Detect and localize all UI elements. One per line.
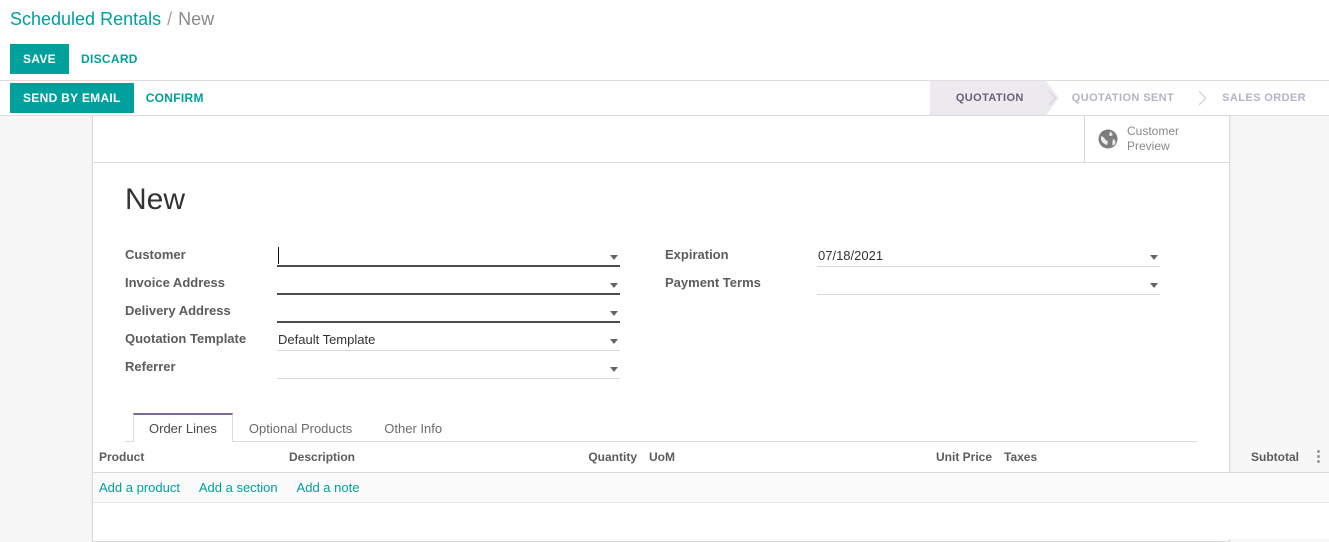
stage-pipeline: QUOTATION QUOTATION SENT SALES ORDER: [929, 81, 1328, 115]
field-underline: [277, 293, 620, 295]
tab-order-lines[interactable]: Order Lines: [133, 413, 233, 442]
table-filler-row: [93, 502, 1329, 539]
form-column-left: Customer Invoice Address Delivery Addres…: [125, 243, 665, 383]
stage-sales-order[interactable]: SALES ORDER: [1196, 81, 1328, 115]
column-header-uom[interactable]: UoM: [643, 442, 848, 473]
status-bar: SEND BY EMAIL CONFIRM QUOTATION QUOTATIO…: [0, 80, 1329, 116]
stage-label: SALES ORDER: [1222, 92, 1306, 104]
field-underline: [277, 378, 620, 379]
chevron-right-icon: [1198, 90, 1207, 106]
add-a-product-link[interactable]: Add a product: [99, 480, 180, 495]
column-header-taxes[interactable]: Taxes: [998, 442, 1088, 473]
field-label-invoice-address: Invoice Address: [125, 275, 225, 290]
chevron-down-icon[interactable]: [610, 255, 618, 260]
chevron-right-icon: [1048, 90, 1057, 106]
chevron-down-icon[interactable]: [610, 311, 618, 316]
tab-optional-products[interactable]: Optional Products: [233, 413, 368, 442]
breadcrumb-root-link[interactable]: Scheduled Rentals: [10, 10, 161, 28]
table-header-row: Product Description Quantity UoM Unit Pr…: [93, 442, 1329, 473]
field-label-delivery-address: Delivery Address: [125, 303, 231, 318]
breadcrumb: Scheduled Rentals / New: [0, 0, 1329, 38]
chevron-down-icon[interactable]: [610, 283, 618, 288]
field-row-referrer: Referrer: [125, 355, 665, 383]
page-title: New: [125, 183, 186, 216]
add-a-section-link[interactable]: Add a section: [199, 480, 278, 495]
order-lines-table: Product Description Quantity UoM Unit Pr…: [93, 442, 1329, 539]
column-header-quantity[interactable]: Quantity: [498, 442, 643, 473]
field-row-invoice-address: Invoice Address: [125, 271, 665, 299]
column-header-product[interactable]: Product: [93, 442, 283, 473]
confirm-button[interactable]: CONFIRM: [134, 83, 216, 113]
field-label-referrer: Referrer: [125, 359, 176, 374]
breadcrumb-current: New: [178, 9, 215, 29]
payment-terms-input[interactable]: [817, 271, 1160, 295]
quotation-template-value: Default Template: [278, 331, 376, 347]
optional-columns-header[interactable]: ⋮: [1305, 442, 1329, 473]
record-sheet: Customer Preview New Customer Invoice Ad…: [92, 116, 1329, 542]
chevron-down-icon[interactable]: [1150, 283, 1158, 288]
table-filler-cell: [93, 502, 1329, 539]
chevron-down-icon[interactable]: [1150, 255, 1158, 260]
quotation-template-input[interactable]: Default Template: [277, 327, 620, 351]
field-underline: [277, 265, 620, 267]
field-row-payment-terms: Payment Terms: [665, 271, 1185, 299]
notebook: Order Lines Optional Products Other Info: [125, 413, 1197, 442]
stat-button-box: Customer Preview: [93, 116, 1229, 163]
column-header-unit-price[interactable]: Unit Price: [848, 442, 998, 473]
breadcrumb-separator: /: [167, 9, 173, 29]
expiration-input[interactable]: 07/18/2021: [817, 243, 1160, 267]
referrer-input[interactable]: [277, 355, 620, 379]
customer-preview-label-line1: Customer: [1127, 124, 1180, 138]
stage-quotation-sent[interactable]: QUOTATION SENT: [1046, 81, 1196, 115]
invoice-address-input[interactable]: [277, 271, 620, 295]
discard-button[interactable]: DISCARD: [69, 44, 150, 74]
vertical-dots-icon[interactable]: ⋮: [1311, 449, 1326, 464]
field-label-quotation-template: Quotation Template: [125, 331, 247, 346]
customer-preview-label-line2: Preview: [1127, 139, 1170, 153]
field-label-customer: Customer: [125, 247, 186, 262]
stage-label: QUOTATION SENT: [1071, 92, 1175, 104]
status-bar-actions: SEND BY EMAIL CONFIRM: [10, 83, 216, 113]
expiration-value: 07/18/2021: [818, 247, 884, 263]
form-view-background: Customer Preview New Customer Invoice Ad…: [0, 116, 1329, 542]
field-row-customer: Customer: [125, 243, 665, 271]
add-line-row: Add a product Add a section Add a note: [93, 472, 1329, 503]
notebook-tabs: Order Lines Optional Products Other Info: [125, 413, 1197, 442]
save-button[interactable]: SAVE: [10, 44, 69, 74]
record-action-bar: SAVE DISCARD: [0, 38, 1329, 80]
chevron-down-icon[interactable]: [610, 339, 618, 344]
customer-preview-button[interactable]: Customer Preview: [1084, 116, 1229, 162]
tab-other-info[interactable]: Other Info: [368, 413, 458, 442]
field-row-quotation-template: Quotation Template Default Template: [125, 327, 665, 355]
delivery-address-input[interactable]: [277, 299, 620, 323]
column-header-subtotal[interactable]: Subtotal: [1088, 442, 1305, 473]
text-cursor: [278, 247, 279, 264]
stage-quotation[interactable]: QUOTATION: [929, 81, 1059, 115]
field-label-expiration: Expiration: [665, 247, 729, 262]
chevron-down-icon[interactable]: [610, 367, 618, 372]
customer-input[interactable]: [277, 243, 620, 267]
send-by-email-button[interactable]: SEND BY EMAIL: [10, 83, 134, 113]
field-underline: [817, 266, 1160, 267]
field-underline: [277, 321, 620, 323]
form-column-right: Expiration 07/18/2021 Payment Terms: [665, 243, 1185, 383]
form-body: New Customer Invoice Address Delivery Ad…: [93, 163, 1229, 442]
field-label-payment-terms: Payment Terms: [665, 275, 761, 290]
stage-label: QUOTATION: [955, 92, 1024, 104]
field-row-expiration: Expiration 07/18/2021: [665, 243, 1185, 271]
field-underline: [817, 294, 1160, 295]
column-header-description[interactable]: Description: [283, 442, 498, 473]
add-a-note-link[interactable]: Add a note: [297, 480, 360, 495]
field-row-delivery-address: Delivery Address: [125, 299, 665, 327]
add-line-cell: Add a product Add a section Add a note: [93, 472, 1329, 503]
field-underline: [277, 350, 620, 351]
form-field-grid: Customer Invoice Address Delivery Addres…: [125, 243, 1197, 383]
globe-icon: [1098, 129, 1118, 149]
